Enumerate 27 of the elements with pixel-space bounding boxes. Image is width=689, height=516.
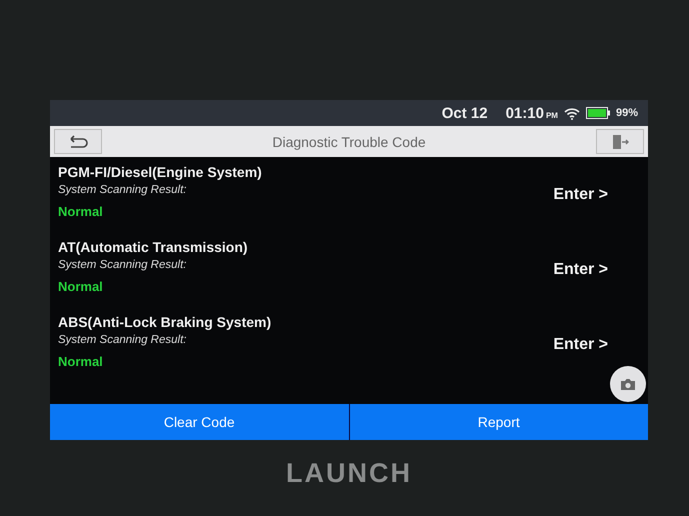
system-name: ABS(Anti-Lock Braking System) [58, 314, 272, 330]
status-ampm: PM [546, 111, 558, 120]
system-name: PGM-FI/Diesel(Engine System) [58, 164, 262, 180]
enter-button[interactable]: Enter > [553, 186, 608, 204]
scan-result: Normal [58, 279, 104, 294]
brand-logo: LAUNCH [286, 458, 412, 489]
action-button[interactable]: Clear Code [50, 404, 348, 440]
camera-icon [620, 378, 636, 390]
action-button[interactable]: Report [350, 404, 648, 440]
scan-result: Normal [58, 354, 104, 369]
status-time: 01:10 [506, 104, 544, 122]
screenshot-button[interactable] [610, 366, 646, 402]
wifi-icon [564, 106, 580, 120]
battery-percent: 99% [616, 107, 638, 119]
scan-result-label: System Scanning Result: [58, 334, 188, 346]
window-title: Diagnostic Trouble Code [272, 134, 426, 150]
back-button[interactable] [54, 129, 102, 154]
exit-door-icon [611, 134, 629, 150]
battery-icon [586, 107, 610, 119]
status-date: Oct 12 [442, 104, 488, 122]
scan-result-label: System Scanning Result: [58, 184, 188, 196]
scan-result-label: System Scanning Result: [58, 259, 188, 271]
exit-button[interactable] [596, 129, 644, 154]
system-name: AT(Automatic Transmission) [58, 239, 248, 255]
enter-button[interactable]: Enter > [553, 336, 608, 354]
scan-result: Normal [58, 204, 104, 219]
enter-button[interactable]: Enter > [553, 260, 608, 278]
